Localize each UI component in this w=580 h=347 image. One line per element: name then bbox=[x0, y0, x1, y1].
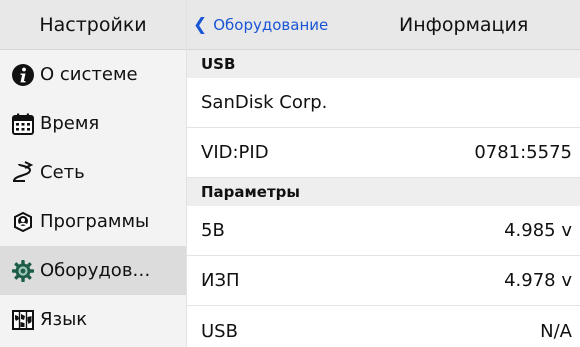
sidebar-item-label: Программы bbox=[40, 211, 150, 232]
main-panel: ❮ Оборудование Информация USB SanDisk Co… bbox=[187, 0, 580, 347]
sidebar-item-label: Язык bbox=[40, 309, 88, 330]
sidebar-item-about[interactable]: О системе bbox=[0, 50, 186, 99]
row-value: 4.978 v bbox=[504, 270, 572, 291]
map-icon bbox=[10, 307, 36, 333]
row-value: 0781:5575 bbox=[474, 142, 572, 163]
info-row-vendor: SanDisk Corp. bbox=[187, 78, 580, 128]
sidebar-item-label: О системе bbox=[40, 64, 138, 85]
info-row-vidpid: VID:PID 0781:5575 bbox=[187, 128, 580, 178]
gear-icon bbox=[10, 258, 36, 284]
sidebar-item-label: Сеть bbox=[40, 162, 85, 183]
sidebar-item-network[interactable]: Сеть bbox=[0, 148, 186, 197]
network-icon bbox=[10, 160, 36, 186]
chevron-left-icon: ❮ bbox=[193, 15, 208, 35]
sidebar-title: Настройки bbox=[0, 0, 186, 50]
info-row-izp: ИЗП 4.978 v bbox=[187, 256, 580, 306]
section-header-params: Параметры bbox=[187, 178, 580, 206]
row-label: 5В bbox=[201, 220, 225, 241]
info-row-5v: 5В 4.985 v bbox=[187, 206, 580, 256]
row-value: 4.985 v bbox=[504, 220, 572, 241]
sidebar-item-label: Оборудов… bbox=[40, 260, 151, 281]
sidebar-item-programs[interactable]: Программы bbox=[0, 197, 186, 246]
sidebar-item-hardware[interactable]: Оборудов… bbox=[0, 246, 186, 295]
page-title: Информация bbox=[399, 14, 529, 36]
row-label: VID:PID bbox=[201, 142, 269, 163]
row-label: USB bbox=[201, 320, 238, 342]
sidebar: Настройки О системе Время Сеть Программы… bbox=[0, 0, 187, 347]
main-header: ❮ Оборудование Информация bbox=[187, 0, 580, 50]
sidebar-item-label: Время bbox=[40, 113, 100, 134]
info-row-usb: USB N/A bbox=[187, 306, 580, 347]
info-icon bbox=[10, 62, 36, 88]
sidebar-item-time[interactable]: Время bbox=[0, 99, 186, 148]
row-label: ИЗП bbox=[201, 270, 240, 291]
row-label: SanDisk Corp. bbox=[201, 92, 328, 113]
calendar-icon bbox=[10, 111, 36, 137]
back-button[interactable]: ❮ Оборудование bbox=[193, 0, 328, 50]
section-header-usb: USB bbox=[187, 50, 580, 78]
row-value: N/A bbox=[540, 320, 572, 342]
sidebar-item-language[interactable]: Язык bbox=[0, 295, 186, 344]
package-icon bbox=[10, 209, 36, 235]
back-button-label: Оборудование bbox=[213, 16, 329, 34]
